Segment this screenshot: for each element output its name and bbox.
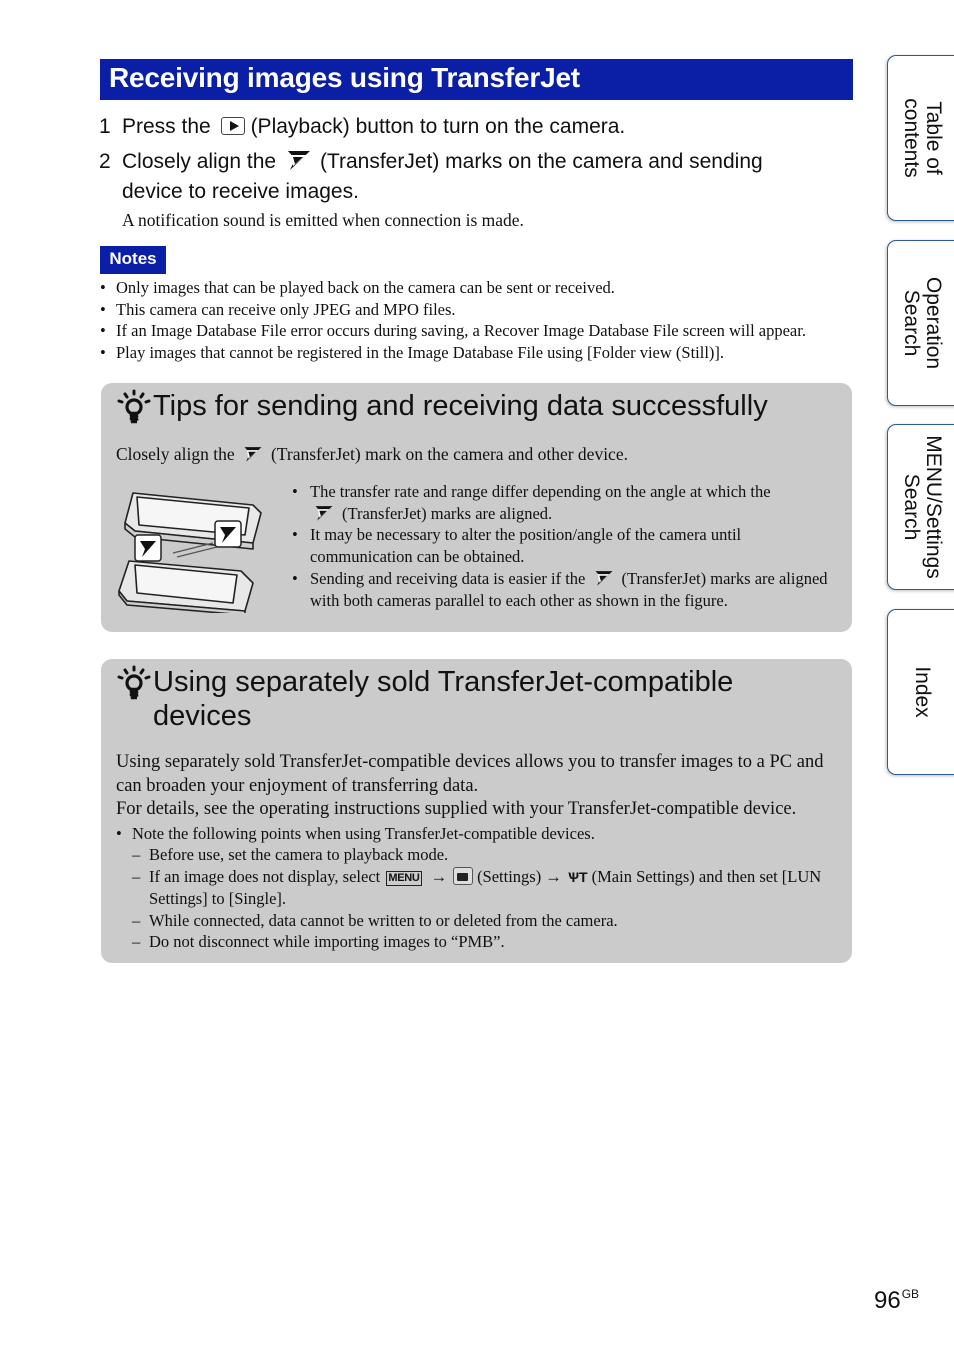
step-number: 2 — [99, 150, 111, 173]
tab-label: MENU/Settings Search — [900, 435, 945, 579]
arrow-icon: → — [430, 866, 448, 886]
tip-text: Sending and receiving data is easier if … — [310, 568, 586, 588]
step-text: Closely align the — [122, 150, 277, 173]
tips-lead: Closely align the (TransferJet) mark on … — [116, 442, 628, 466]
notes-list: Only images that can be played back on t… — [100, 277, 806, 364]
hint-bulb-icon — [117, 665, 151, 700]
devices-note-item: Note the following points when using Tra… — [116, 823, 846, 953]
tip-item: Sending and receiving data is easier if … — [292, 568, 832, 611]
tip-item: The transfer rate and range differ depen… — [292, 481, 832, 524]
paragraph: For details, see the operating instructi… — [116, 799, 797, 819]
step-text-cont: device to receive images. — [122, 180, 359, 203]
bullet-text: Note the following points when using Tra… — [132, 823, 595, 843]
transferjet-icon — [595, 570, 612, 586]
tips-panel: Tips for sending and receiving data succ… — [101, 383, 852, 632]
step-text: (Playback) button to turn on the camera. — [250, 115, 626, 138]
notes-badge: Notes — [100, 246, 166, 274]
devices-panel: Using separately sold TransferJet-compat… — [101, 659, 852, 963]
step-text: Press the — [122, 115, 211, 138]
sub-item: If an image does not display, select MEN… — [132, 866, 846, 910]
step-1: 1 Press the (Playback) button to turn on … — [99, 112, 625, 142]
devices-panel-heading: Using separately sold TransferJet-compat… — [153, 666, 734, 732]
tab-table-of-contents[interactable]: Table of contents — [887, 55, 954, 221]
menu-button-icon: MENU — [386, 870, 422, 886]
sub-list: Before use, set the camera to playback m… — [132, 844, 846, 953]
page-number: 96GB — [874, 1287, 920, 1314]
tab-label: Table of contents — [900, 98, 945, 178]
step-2: 2 Closely align the (TransferJet) marks o… — [99, 147, 839, 207]
note-item: Only images that can be played back on t… — [100, 277, 806, 299]
tab-index[interactable]: Index — [887, 609, 954, 775]
tips-list: The transfer rate and range differ depen… — [292, 481, 832, 611]
paragraph: Using separately sold TransferJet-compat… — [116, 752, 824, 796]
tab-label: Index — [911, 666, 934, 718]
sub-text: If an image does not display, select — [149, 866, 381, 886]
sub-item: While connected, data cannot be written … — [132, 910, 846, 932]
devices-panel-body: Using separately sold TransferJet-compat… — [116, 751, 846, 953]
page-title: Receiving images using TransferJet — [109, 62, 580, 93]
tips-panel-heading: Tips for sending and receiving data succ… — [153, 390, 768, 422]
main-settings-icon: ѰT — [567, 868, 588, 885]
devices-notes-list: Note the following points when using Tra… — [116, 823, 846, 953]
page-suffix: GB — [901, 1287, 920, 1301]
arrow-icon: → — [545, 866, 562, 886]
playback-button-icon — [220, 117, 245, 135]
sub-item: Do not disconnect while importing images… — [132, 931, 846, 953]
sub-item: Before use, set the camera to playback m… — [132, 844, 846, 866]
transferjet-icon — [244, 447, 262, 462]
page-title-bar: Receiving images using TransferJet — [100, 59, 853, 100]
note-item: This camera can receive only JPEG and MP… — [100, 299, 806, 321]
tip-text: The transfer rate and range differ depen… — [310, 482, 771, 501]
hint-bulb-icon — [117, 389, 151, 424]
settings-toolbox-icon — [453, 866, 474, 885]
lead-text: (TransferJet) mark on the camera and oth… — [270, 444, 628, 464]
tab-menu-settings-search[interactable]: MENU/Settings Search — [887, 424, 954, 590]
step-number: 1 — [99, 115, 111, 138]
lead-text: Closely align the — [116, 444, 235, 464]
sub-text: (Settings) — [477, 866, 542, 886]
two-cameras-aligned-illustration — [118, 492, 262, 613]
devices-panel-header: Using separately sold TransferJet-compat… — [115, 665, 815, 733]
step-note: A notification sound is emitted when con… — [122, 210, 524, 230]
transferjet-icon — [287, 151, 310, 170]
tips-panel-header: Tips for sending and receiving data succ… — [115, 389, 768, 427]
note-item: If an Image Database File error occurs d… — [100, 320, 806, 342]
tab-operation-search[interactable]: Operation Search — [887, 240, 954, 406]
note-item: Play images that cannot be registered in… — [100, 342, 806, 364]
tip-item: It may be necessary to alter the positio… — [292, 524, 832, 567]
tip-text: (TransferJet) marks are aligned. — [342, 503, 553, 523]
transferjet-icon — [315, 505, 333, 521]
step-text: (TransferJet) marks on the camera and se… — [319, 150, 763, 173]
tab-label: Operation Search — [900, 276, 945, 370]
